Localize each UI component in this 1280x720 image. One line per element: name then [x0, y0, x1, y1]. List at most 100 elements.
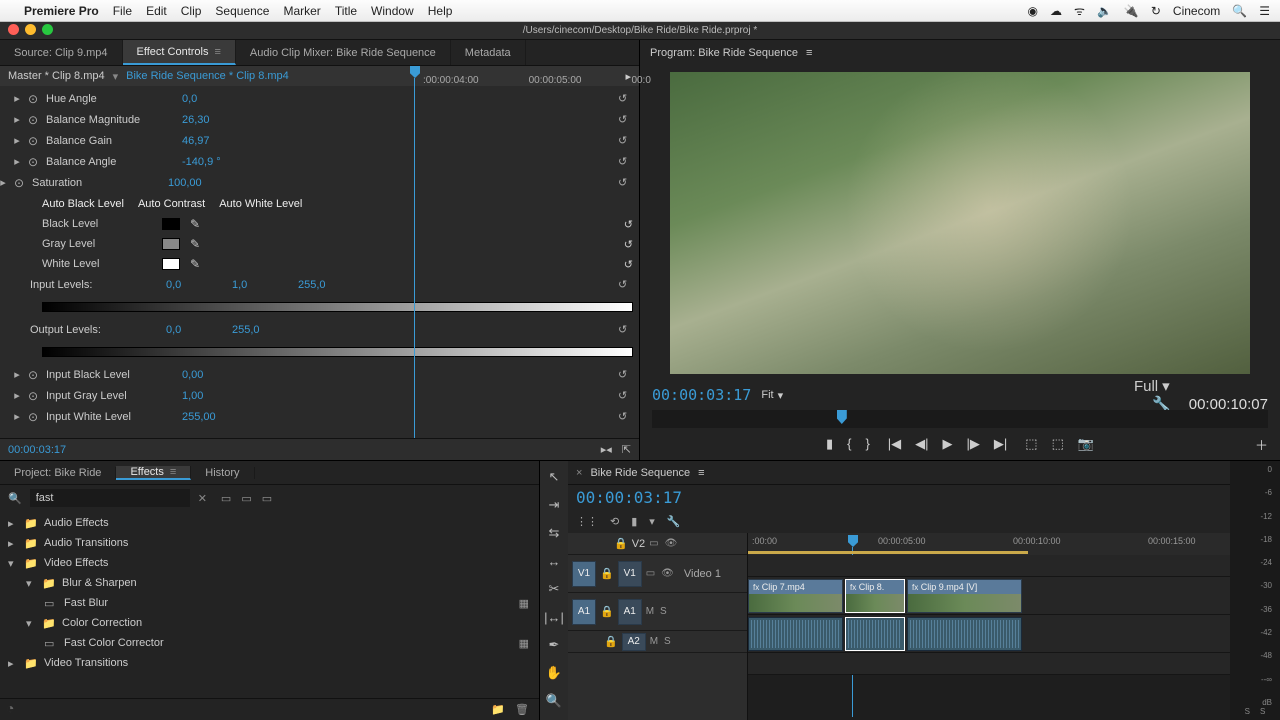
- master-clip-label[interactable]: Master * Clip 8.mp4: [8, 70, 105, 82]
- track-a1[interactable]: [748, 615, 1230, 653]
- auto-black-level-button[interactable]: Auto Black Level: [42, 198, 124, 210]
- toggle-output-icon[interactable]: ▭: [646, 568, 655, 579]
- selection-tool[interactable]: ↖: [544, 467, 564, 487]
- eye-icon[interactable]: 👁: [661, 568, 674, 579]
- clear-search-icon[interactable]: ✕: [198, 492, 207, 505]
- reset-icon[interactable]: ↺: [624, 258, 633, 271]
- snap-icon[interactable]: ⋮⋮: [576, 515, 598, 528]
- solo-right[interactable]: S: [1260, 707, 1265, 716]
- lock-icon[interactable]: 🔒: [614, 537, 628, 550]
- reset-icon[interactable]: ↺: [624, 218, 633, 231]
- source-a1-button[interactable]: A1: [572, 599, 596, 625]
- goto-out-icon[interactable]: ▶|: [994, 436, 1007, 452]
- menu-title[interactable]: Title: [335, 4, 357, 18]
- param-input-white[interactable]: Input White Level: [46, 411, 176, 423]
- lock-icon[interactable]: 🔒: [600, 567, 614, 580]
- ripple-tool[interactable]: ⇆: [544, 523, 564, 543]
- play-button[interactable]: ▶: [943, 436, 953, 452]
- preset-icon[interactable]: ▭: [241, 492, 251, 505]
- menu-marker[interactable]: Marker: [283, 4, 320, 18]
- param-input-black[interactable]: Input Black Level: [46, 369, 176, 381]
- playhead-icon[interactable]: [837, 410, 847, 424]
- tree-folder[interactable]: ▾📁Color Correction: [0, 613, 539, 633]
- maximize-icon[interactable]: [42, 24, 53, 35]
- target-a1-button[interactable]: A1: [618, 599, 642, 625]
- tab-metadata[interactable]: Metadata: [451, 40, 526, 65]
- extract-icon[interactable]: ⬚: [1052, 436, 1064, 452]
- effects-search-input[interactable]: [30, 489, 190, 507]
- sequence-clip-link[interactable]: Bike Ride Sequence * Clip 8.mp4: [126, 70, 289, 82]
- add-button-icon[interactable]: ＋: [1255, 435, 1268, 454]
- source-v1-button[interactable]: V1: [572, 561, 596, 587]
- param-balance-magnitude[interactable]: Balance Magnitude: [46, 114, 176, 126]
- close-icon[interactable]: [8, 24, 19, 35]
- chevron-down-icon[interactable]: ▾: [113, 70, 119, 83]
- menu-sequence[interactable]: Sequence: [215, 4, 269, 18]
- eyedropper-icon[interactable]: ✎: [190, 237, 200, 251]
- tab-project[interactable]: Project: Bike Ride: [0, 467, 116, 479]
- output-levels-gradient[interactable]: [42, 347, 633, 357]
- marker-icon[interactable]: ▮: [631, 515, 637, 528]
- window-controls[interactable]: [8, 24, 53, 35]
- track-v1[interactable]: fx Clip 7.mp4 fx Clip 8. fx Clip 9.mp4 […: [748, 577, 1230, 615]
- black-swatch[interactable]: [162, 218, 180, 230]
- panel-menu-icon[interactable]: ≡: [698, 467, 704, 479]
- goto-in-icon[interactable]: |◀: [888, 436, 901, 452]
- white-swatch[interactable]: [162, 258, 180, 270]
- auto-contrast-button[interactable]: Auto Contrast: [138, 198, 205, 210]
- track-select-tool[interactable]: ⇥: [544, 495, 564, 515]
- step-back-icon[interactable]: ◀|: [915, 436, 928, 452]
- out-point-icon[interactable]: }: [865, 436, 869, 452]
- new-bin-icon[interactable]: 📁: [491, 703, 505, 716]
- slip-tool[interactable]: |↔|: [544, 607, 564, 627]
- reset-icon[interactable]: ↺: [618, 113, 633, 126]
- param-input-gray[interactable]: Input Gray Level: [46, 390, 176, 402]
- track-a2[interactable]: [748, 653, 1230, 675]
- preset-icon[interactable]: ▭: [262, 492, 272, 505]
- step-fwd-icon[interactable]: |▶: [967, 436, 980, 452]
- tree-folder[interactable]: ▾📁Video Effects: [0, 553, 539, 573]
- in-point-icon[interactable]: {: [847, 436, 851, 452]
- lift-icon[interactable]: ⬚: [1025, 436, 1037, 452]
- reset-icon[interactable]: ↺: [618, 176, 633, 189]
- reset-icon[interactable]: ↺: [618, 368, 633, 381]
- lock-icon[interactable]: 🔒: [604, 635, 618, 648]
- reset-icon[interactable]: ↺: [618, 155, 633, 168]
- timeline-ruler[interactable]: :00:00 00:00:05:00 00:00:10:00 00:00:15:…: [748, 533, 1230, 555]
- rate-stretch-tool[interactable]: ↔: [544, 551, 564, 571]
- tab-source[interactable]: Source: Clip 9.mp4: [0, 40, 123, 65]
- playhead-icon[interactable]: [848, 535, 858, 547]
- gray-swatch[interactable]: [162, 238, 180, 250]
- track-v2-label[interactable]: V2: [632, 538, 645, 550]
- reset-icon[interactable]: ↺: [618, 134, 633, 147]
- track-v2[interactable]: [748, 555, 1230, 577]
- menu-help[interactable]: Help: [428, 4, 453, 18]
- program-video-viewport[interactable]: [670, 72, 1250, 374]
- marker-icon[interactable]: ▮: [826, 436, 833, 452]
- panel-menu-icon[interactable]: ≡: [806, 47, 812, 59]
- program-current-tc[interactable]: 00:00:03:17: [652, 386, 751, 404]
- eyedropper-icon[interactable]: ✎: [190, 257, 200, 271]
- panel-menu-icon[interactable]: ≡: [215, 46, 221, 58]
- reset-icon[interactable]: ↺: [624, 238, 633, 251]
- sequence-tab[interactable]: Bike Ride Sequence: [590, 467, 690, 479]
- razor-tool[interactable]: ✂: [544, 579, 564, 599]
- tree-effect-fast-blur[interactable]: ▭Fast Blur▦: [0, 593, 539, 613]
- audio-clip[interactable]: [907, 617, 1022, 651]
- tab-effects[interactable]: Effects≡: [116, 466, 191, 480]
- param-balance-angle[interactable]: Balance Angle: [46, 156, 176, 168]
- fit-dropdown[interactable]: Fit ▾: [761, 389, 783, 402]
- eye-icon[interactable]: 👁: [665, 538, 678, 549]
- menu-clip[interactable]: Clip: [181, 4, 202, 18]
- reset-icon[interactable]: ↺: [618, 323, 633, 336]
- play-icon[interactable]: ▸: [625, 70, 631, 83]
- effect-timeline-ruler[interactable]: :00:00:04:00 00:00:05:00 00:0: [395, 66, 625, 94]
- solo-left[interactable]: S: [1245, 707, 1250, 716]
- ec-timecode[interactable]: 00:00:03:17: [8, 444, 66, 456]
- timeline-tc[interactable]: 00:00:03:17: [576, 488, 682, 507]
- work-area-bar[interactable]: [748, 551, 1028, 554]
- account-name[interactable]: Cinecom: [1173, 4, 1220, 18]
- audio-clip[interactable]: [748, 617, 843, 651]
- clip-7[interactable]: fx Clip 7.mp4: [748, 579, 843, 613]
- tree-folder[interactable]: ▾📁Blur & Sharpen: [0, 573, 539, 593]
